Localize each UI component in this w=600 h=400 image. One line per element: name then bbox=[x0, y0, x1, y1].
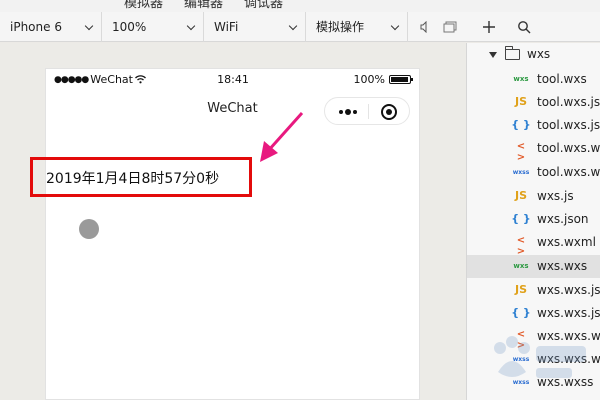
battery-icon bbox=[389, 75, 413, 84]
carrier-label: WeChat bbox=[90, 73, 133, 86]
detach-window-button[interactable] bbox=[438, 12, 462, 42]
network-select[interactable]: WiFi bbox=[204, 12, 306, 42]
simulator-area: ●●●●● WeChat 18:41 100% WeChat 2019年1月4日… bbox=[0, 43, 466, 400]
tab-editor[interactable]: 编辑器 bbox=[184, 0, 223, 11]
caret-down-icon bbox=[489, 52, 497, 58]
file-item[interactable]: < > wxs.wxml bbox=[467, 231, 600, 257]
highlight-box: 2019年1月4日8时57分0秒 bbox=[30, 157, 252, 197]
battery-percent: 100% bbox=[353, 73, 385, 86]
zoom-select-value: 100% bbox=[112, 20, 147, 34]
file-name: tool.wxs bbox=[537, 72, 587, 86]
file-name: tool.wxs.js bbox=[537, 95, 600, 109]
speaker-icon bbox=[420, 21, 427, 33]
simulate-action-value: 模拟操作 bbox=[316, 20, 365, 34]
watermark-logo bbox=[494, 336, 586, 378]
menu-capsule bbox=[324, 97, 410, 125]
file-name: wxs.wxml bbox=[537, 235, 596, 249]
file-item[interactable]: { } wxs.wxs.json bbox=[467, 302, 600, 325]
file-item[interactable]: < > tool.wxs.wxml bbox=[467, 137, 600, 163]
json-file-icon: { } bbox=[511, 118, 531, 131]
json-file-icon: { } bbox=[511, 212, 531, 225]
folder-name: wxs bbox=[527, 47, 551, 61]
signal-icon: ●●●●● bbox=[54, 74, 89, 85]
wxs-file-icon: wxs bbox=[513, 75, 529, 83]
top-tab-strip: 模拟器 编辑器 调试器 bbox=[0, 0, 600, 12]
status-bar: ●●●●● WeChat 18:41 100% bbox=[46, 69, 419, 91]
status-time: 18:41 bbox=[217, 73, 249, 86]
close-miniprogram-icon[interactable] bbox=[381, 104, 397, 120]
file-item-selected[interactable]: wxs wxs.wxs bbox=[467, 255, 600, 278]
file-name: wxs.wxs bbox=[537, 259, 588, 273]
wxss-file-icon: wxss bbox=[512, 169, 530, 176]
device-select[interactable]: iPhone 6 bbox=[0, 12, 102, 42]
search-button[interactable] bbox=[512, 12, 536, 42]
file-item[interactable]: { } wxs.json bbox=[467, 208, 600, 231]
mute-button[interactable] bbox=[414, 12, 436, 42]
file-name: wxs.json bbox=[537, 212, 589, 226]
wxs-file-icon: wxs bbox=[513, 262, 529, 270]
plus-icon bbox=[483, 21, 495, 33]
pointer-arrow-icon bbox=[260, 111, 304, 162]
phone-screen: ●●●●● WeChat 18:41 100% WeChat 2019年1月4日… bbox=[30, 68, 420, 400]
wifi-icon bbox=[135, 75, 146, 84]
file-name: tool.wxs.wxml bbox=[537, 141, 600, 155]
js-file-icon: JS bbox=[514, 95, 527, 108]
file-name: tool.wxs.json bbox=[537, 118, 600, 132]
add-file-button[interactable] bbox=[477, 12, 501, 42]
folder-icon bbox=[505, 46, 520, 60]
simulate-action-select[interactable]: 模拟操作 bbox=[306, 12, 408, 42]
touch-pointer bbox=[79, 219, 99, 239]
file-item[interactable]: wxs tool.wxs bbox=[467, 68, 600, 91]
file-name: tool.wxs.wxss bbox=[537, 165, 600, 179]
chevron-down-icon bbox=[186, 21, 196, 31]
chevron-down-icon bbox=[390, 21, 400, 31]
device-select-value: iPhone 6 bbox=[10, 20, 62, 34]
file-name: wxs.wxs.json bbox=[537, 306, 600, 320]
wxml-file-icon: < > bbox=[516, 141, 526, 163]
chevron-down-icon bbox=[84, 21, 94, 31]
file-item[interactable]: JS tool.wxs.js bbox=[467, 91, 600, 114]
file-name: wxs.wxs.js bbox=[537, 283, 600, 297]
js-file-icon: JS bbox=[514, 283, 527, 296]
tab-simulator[interactable]: 模拟器 bbox=[124, 0, 163, 11]
network-select-value: WiFi bbox=[214, 20, 239, 34]
capsule-divider bbox=[368, 104, 369, 119]
file-item[interactable]: { } tool.wxs.json bbox=[467, 114, 600, 137]
simulator-toolbar: iPhone 6 100% WiFi 模拟操作 bbox=[0, 12, 600, 42]
wxml-file-icon: < > bbox=[516, 235, 526, 257]
nav-bar: WeChat bbox=[46, 93, 419, 129]
folder-wxs[interactable]: wxs bbox=[467, 43, 600, 67]
date-time-text: 2019年1月4日8时57分0秒 bbox=[46, 171, 220, 187]
file-item[interactable]: JS wxs.js bbox=[467, 185, 600, 208]
tab-debugger[interactable]: 调试器 bbox=[244, 0, 283, 11]
js-file-icon: JS bbox=[514, 189, 527, 202]
file-item[interactable]: JS wxs.wxs.js bbox=[467, 279, 600, 302]
json-file-icon: { } bbox=[511, 306, 531, 319]
zoom-select[interactable]: 100% bbox=[102, 12, 204, 42]
window-icon bbox=[443, 21, 457, 33]
more-options-icon[interactable] bbox=[339, 109, 359, 115]
search-icon bbox=[518, 21, 531, 34]
chevron-down-icon bbox=[288, 21, 298, 31]
file-item[interactable]: wxss tool.wxs.wxss bbox=[467, 161, 600, 184]
file-name: wxs.js bbox=[537, 189, 574, 203]
